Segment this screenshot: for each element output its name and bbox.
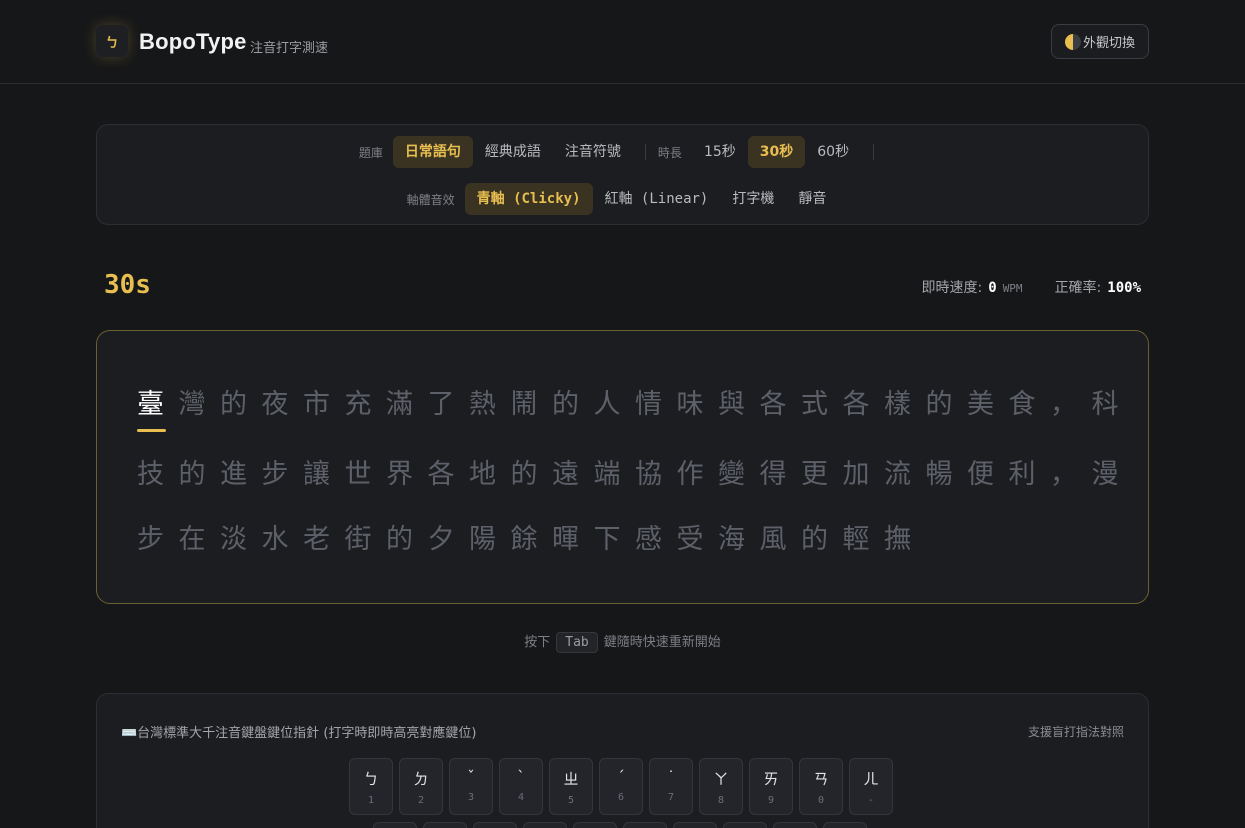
theme-toggle-button[interactable]: 外觀切換: [1051, 24, 1149, 59]
keyboard-guide-title: ⌨️台灣標準大千注音鍵盤鍵位指針 (打字時即時高亮對應鍵位): [121, 726, 477, 741]
key-5: ㄓ5: [549, 758, 593, 815]
duration-option-60[interactable]: 60秒: [805, 136, 861, 168]
settings-row-bank-duration: 題庫 日常語句 經典成語 注音符號 時長 15秒 30秒 60秒: [97, 136, 1148, 168]
divider: [644, 144, 646, 160]
sound-label: 軸體音效: [406, 192, 455, 207]
countdown-timer: 30s: [104, 270, 151, 300]
key-1: ㄅ1: [349, 758, 393, 815]
typing-area[interactable]: 臺灣的夜市充滿了熱鬧的人情味與各式各樣的美食，科 技的進步讓世界各地的遠端協作變…: [96, 330, 1149, 604]
duration-option-30[interactable]: 30秒: [747, 136, 806, 168]
speed-unit: WPM: [1002, 282, 1023, 295]
key: [523, 822, 567, 828]
key-7: ˙ 7: [649, 758, 693, 815]
key: [573, 822, 617, 828]
bank-option-zhuyin[interactable]: 注音符號: [553, 136, 633, 168]
hint-after: 鍵隨時快速重新開始: [603, 635, 721, 650]
key-3: ˇ3: [449, 758, 493, 815]
bank-label: 題庫: [358, 145, 383, 160]
settings-panel: 題庫 日常語句 經典成語 注音符號 時長 15秒 30秒 60秒 軸體音效 青軸…: [96, 124, 1149, 225]
key-6: ˊ6: [599, 758, 643, 815]
hint-before: 按下: [524, 635, 551, 650]
bank-option-idioms[interactable]: 經典成語: [473, 136, 553, 168]
key-4: ˋ4: [499, 758, 543, 815]
settings-row-sound: 軸體音效 青軸 (Clicky) 紅軸 (Linear) 打字機 靜音: [97, 183, 1148, 215]
key: [423, 822, 467, 828]
sound-option-linear[interactable]: 紅軸 (Linear): [593, 183, 721, 215]
current-char: 臺: [137, 389, 179, 420]
sound-option-mute[interactable]: 靜音: [786, 183, 838, 215]
key: [623, 822, 667, 828]
key: [773, 822, 817, 828]
key: [723, 822, 767, 828]
key-2: ㄉ2: [399, 758, 443, 815]
duration-label: 時長: [657, 145, 682, 160]
bank-option-daily[interactable]: 日常語句: [392, 136, 473, 168]
brand-subtitle: 注音打字測速: [250, 41, 329, 56]
theme-toggle-label: 外觀切換: [1082, 36, 1135, 51]
keyboard-row-1: ㄅ1 ㄉ2 ˇ3 ˋ4 ㄓ5 ˊ6 ˙ 7 ㄚ8 ㄞ9 ㄢ0 ㄦ-: [349, 758, 893, 815]
restart-hint: 按下 Tab 鍵隨時快速重新開始: [0, 631, 1245, 653]
tab-key-badge: Tab: [556, 632, 598, 653]
speed-value: 0: [988, 280, 997, 296]
brand-name: BopoType: [139, 29, 247, 54]
keyboard-guide: ⌨️台灣標準大千注音鍵盤鍵位指針 (打字時即時高亮對應鍵位) 支援盲打指法對照 …: [96, 693, 1149, 828]
accuracy-label: 正確率:: [1054, 280, 1102, 296]
app-header: ㄅ BopoType 注音打字測速 外觀切換: [0, 0, 1245, 84]
typing-caret: [137, 429, 166, 432]
divider: [873, 144, 875, 160]
logo-icon: ㄅ: [96, 25, 128, 57]
sound-option-typewriter[interactable]: 打字機: [720, 183, 786, 215]
live-stats: 即時速度: 0 WPM 正確率: 100%: [922, 277, 1141, 297]
accuracy-value: 100%: [1107, 280, 1141, 296]
key: [473, 822, 517, 828]
keyboard-guide-note: 支援盲打指法對照: [1027, 725, 1124, 739]
text-line-1: 臺灣的夜市充滿了熱鬧的人情味與各式各樣的美食，科: [137, 382, 1133, 421]
speed-label: 即時速度:: [921, 280, 983, 296]
text-line-2: 技的進步讓世界各地的遠端協作變得更加流暢便利，漫: [137, 459, 1133, 490]
keyboard-row-2: [373, 822, 867, 828]
key-9: ㄞ9: [749, 758, 793, 815]
sound-option-clicky[interactable]: 青軸 (Clicky): [464, 183, 593, 215]
pending-text: 灣的夜市充滿了熱鬧的人情味與各式各樣的美食，科: [178, 389, 1133, 420]
duration-option-15[interactable]: 15秒: [692, 136, 748, 168]
half-moon-icon: [1064, 33, 1081, 50]
key: [673, 822, 717, 828]
key: [823, 822, 867, 828]
key-minus: ㄦ-: [849, 758, 893, 815]
text-line-3: 步在淡水老街的夕陽餘暉下感受海風的輕撫: [137, 524, 926, 555]
key: [373, 822, 417, 828]
key-0: ㄢ0: [799, 758, 843, 815]
key-8: ㄚ8: [699, 758, 743, 815]
